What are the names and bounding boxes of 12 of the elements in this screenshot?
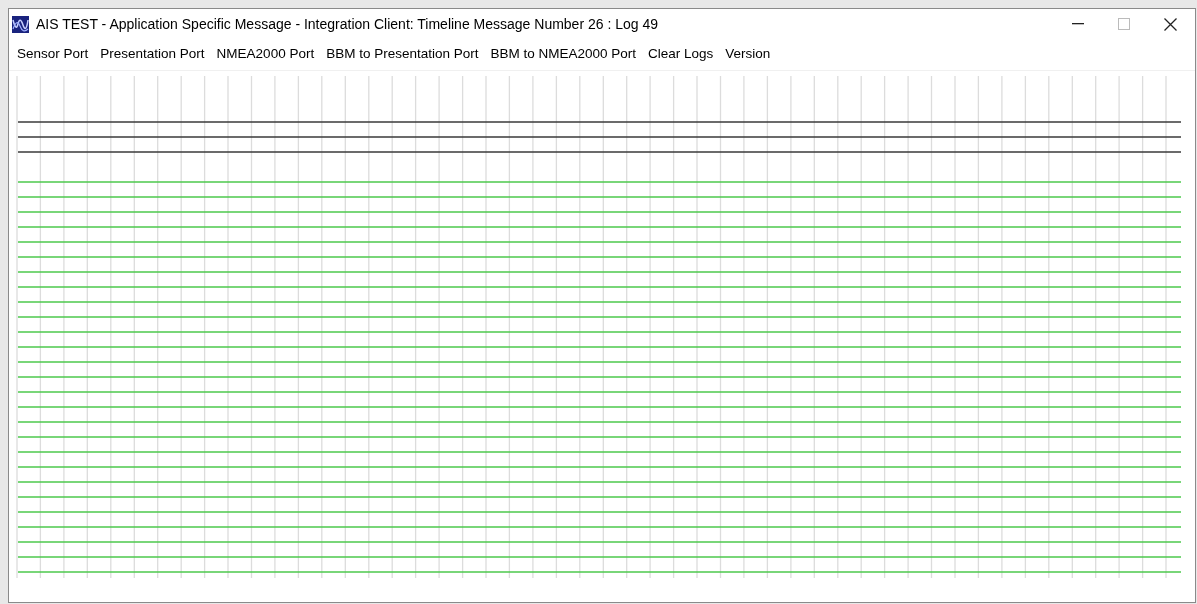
menu-item[interactable]: Clear Logs — [644, 42, 718, 67]
waveform-logo-icon — [12, 15, 29, 33]
menu-item[interactable]: Presentation Port — [96, 42, 209, 67]
menu-item[interactable]: NMEA2000 Port — [212, 42, 319, 67]
menu-item[interactable]: Sensor Port — [13, 42, 93, 67]
menu-item[interactable]: BBM to NMEA2000 Port — [486, 42, 641, 67]
menu-item[interactable]: BBM to Presentation Port — [322, 42, 483, 67]
menu-item[interactable]: Version — [721, 42, 775, 67]
maximize-icon — [1118, 18, 1130, 30]
window-title: AIS TEST - Application Specific Message - Integration Client: Timeline Message Number 26 : Log 49 — [36, 14, 658, 34]
close-icon — [1163, 17, 1177, 31]
minimize-icon — [1072, 23, 1084, 25]
